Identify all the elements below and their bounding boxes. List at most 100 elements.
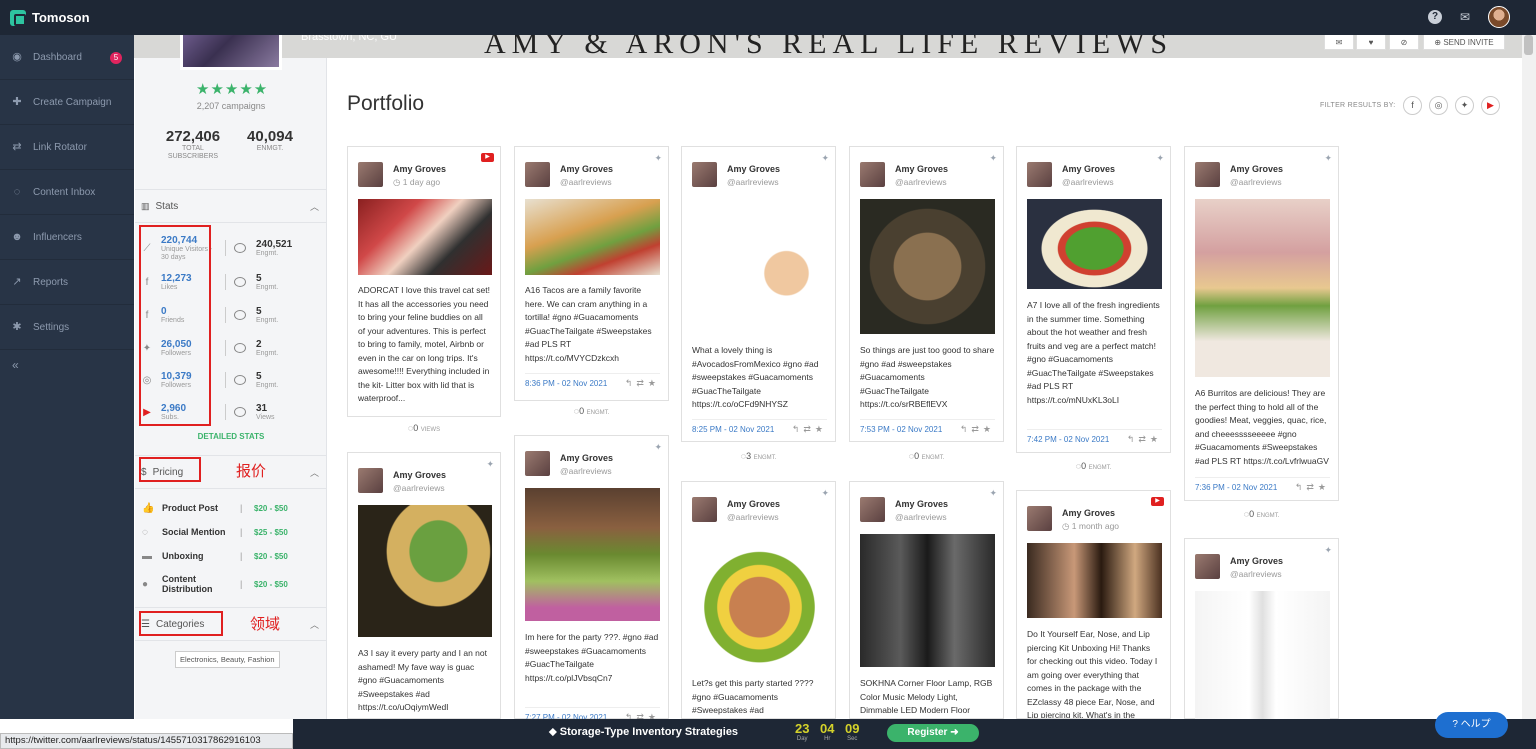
- post-actions[interactable]: ↰⇄★: [1127, 434, 1162, 445]
- user-avatar[interactable]: [1488, 6, 1510, 28]
- youtube-icon: ▶: [481, 153, 494, 162]
- post-timestamp[interactable]: 7:42 PM - 02 Nov 2021: [1027, 435, 1109, 444]
- chevron-up-icon[interactable]: ︿: [310, 618, 319, 631]
- price-separator: |: [240, 503, 243, 513]
- engagement-count: ◌0 ENGMT.: [908, 451, 945, 461]
- price-row: ▬ Unboxing | $20 - $50: [142, 546, 322, 566]
- avatar: [860, 497, 885, 522]
- subscribers-stat: 272,406 TOTAL SUBSCRIBERS: [160, 128, 226, 161]
- post-image[interactable]: [358, 505, 492, 637]
- post-image[interactable]: [860, 199, 995, 334]
- post-actions[interactable]: ↰⇄★: [792, 424, 827, 435]
- collapse-sidebar-button[interactable]: «: [0, 350, 134, 380]
- filter-facebook-button[interactable]: f: [1403, 96, 1422, 115]
- engagement-label: Engmt.: [256, 381, 279, 389]
- stats-title: Stats: [155, 200, 179, 212]
- post-card[interactable]: Amy Groves @aarlreviews ✦ Let?s get this…: [681, 481, 836, 719]
- profile-avatar: [180, 35, 282, 70]
- promo-title[interactable]: ⬥ Storage-Type Inventory Strategies: [549, 726, 738, 739]
- help-icon[interactable]: ?: [1428, 10, 1442, 24]
- location-text: Brasstown, NC, GU: [301, 35, 397, 43]
- post-card[interactable]: Amy Groves @aarlreviews ✦ A3 I say it ev…: [347, 452, 501, 719]
- post-actions[interactable]: ↰⇄★: [625, 378, 660, 389]
- sidebar-item-link-rotator[interactable]: ⇄ Link Rotator: [0, 125, 134, 170]
- post-image[interactable]: [1027, 199, 1162, 289]
- engagement-label: Engmt.: [256, 316, 279, 324]
- twitter-icon: ✦: [1324, 545, 1332, 555]
- sidebar-item-content-inbox[interactable]: ◌ Content Inbox: [0, 170, 134, 215]
- favorite-button[interactable]: ♥: [1356, 35, 1386, 50]
- post-image[interactable]: [1027, 543, 1162, 618]
- dashboard-icon: ◉: [12, 51, 22, 63]
- filter-label: FILTER RESULTS BY:: [1320, 102, 1396, 109]
- sidebar-item-settings[interactable]: ✱ Settings: [0, 305, 134, 350]
- filter-youtube-button[interactable]: ▶: [1481, 96, 1500, 115]
- chevron-up-icon[interactable]: ︿: [310, 466, 319, 479]
- post-timestamp[interactable]: 7:53 PM - 02 Nov 2021: [860, 425, 942, 434]
- brand-logo[interactable]: Tomoson: [10, 9, 90, 26]
- post-text: Let?s get this party started ???? #gno #…: [692, 678, 814, 715]
- scrollbar-thumb[interactable]: [1524, 35, 1533, 55]
- sidebar-item-influencers[interactable]: ☻ Influencers: [0, 215, 134, 260]
- price-name: Social Mention: [162, 527, 226, 537]
- post-card[interactable]: Amy Groves ◷ 1 day ago ▶ ADORCAT I love …: [347, 146, 501, 417]
- post-timestamp[interactable]: 8:36 PM - 02 Nov 2021: [525, 379, 607, 388]
- price-value: $20 - $50: [254, 503, 288, 513]
- register-button[interactable]: Register ➜: [887, 724, 979, 742]
- engagement-label: Views: [256, 413, 275, 421]
- price-row: 👍 Product Post | $20 - $50: [142, 498, 322, 518]
- avatar: [358, 162, 383, 187]
- post-image[interactable]: [860, 534, 995, 667]
- post-card[interactable]: Amy Groves @aarlreviews ✦ A6 Burritos ar…: [1184, 146, 1339, 501]
- highlight-box: [139, 611, 223, 636]
- notification-badge: 5: [110, 52, 122, 64]
- post-card[interactable]: Amy Groves @aarlreviews ✦ What a lovely …: [681, 146, 836, 442]
- post-card[interactable]: Amy Groves ◷ 1 month ago ▶ Do It Yoursel…: [1016, 490, 1171, 719]
- filter-instagram-button[interactable]: ◎: [1429, 96, 1448, 115]
- chevron-up-icon[interactable]: ︿: [310, 200, 319, 213]
- mail-icon[interactable]: ✉: [1458, 10, 1472, 24]
- post-card[interactable]: Amy Groves @aarlreviews ✦ A16 Tacos are …: [514, 146, 669, 401]
- sidebar-item-label: Create Campaign: [33, 96, 112, 108]
- sidebar-item-dashboard[interactable]: ◉ Dashboard 5: [0, 35, 134, 80]
- post-image[interactable]: [1195, 199, 1330, 377]
- filter-twitter-button[interactable]: ✦: [1455, 96, 1474, 115]
- post-image[interactable]: [525, 199, 660, 275]
- post-card[interactable]: Amy Groves @aarlreviews ✦ So things are …: [849, 146, 1004, 442]
- post-image[interactable]: [692, 534, 827, 667]
- post-image[interactable]: [1195, 591, 1330, 719]
- stats-section-header[interactable]: ▥ Stats ︿: [135, 189, 327, 223]
- post-image[interactable]: [692, 199, 827, 334]
- author-name: Amy Groves: [1230, 556, 1284, 566]
- help-button[interactable]: ? ヘルプ: [1435, 712, 1508, 738]
- twitter-icon: ✦: [821, 488, 829, 498]
- author-name: Amy Groves: [560, 453, 614, 463]
- post-timestamp[interactable]: 8:25 PM - 02 Nov 2021: [692, 425, 774, 434]
- post-card[interactable]: Amy Groves @aarlreviews ✦ SOKHNA Corner …: [849, 481, 1004, 719]
- countdown-seconds: 09 Sec: [845, 721, 860, 742]
- post-text: Im here for the party ???. #gno #ad #swe…: [525, 632, 659, 683]
- author-handle: @aarlreviews: [895, 512, 947, 522]
- sidebar-item-label: Dashboard: [33, 51, 82, 63]
- block-button[interactable]: ⊘: [1389, 35, 1419, 50]
- post-timestamp[interactable]: 7:36 PM - 02 Nov 2021: [1195, 483, 1277, 492]
- cover-title: AMY & ARON'S REAL LIFE REVIEWS: [484, 35, 1174, 58]
- post-card[interactable]: Amy Groves @aarlreviews ✦: [1184, 538, 1339, 719]
- page-scrollbar[interactable]: [1522, 35, 1536, 719]
- sidebar-item-create-campaign[interactable]: ✚ Create Campaign: [0, 80, 134, 125]
- post-actions[interactable]: ↰⇄★: [1295, 482, 1330, 493]
- engagement-label: Engmt.: [256, 249, 279, 257]
- post-card[interactable]: Amy Groves @aarlreviews ✦ A7 I love all …: [1016, 146, 1171, 453]
- message-button[interactable]: ✉: [1324, 35, 1354, 50]
- post-image[interactable]: [358, 199, 492, 275]
- post-card[interactable]: Amy Groves @aarlreviews ✦ Im here for th…: [514, 435, 669, 722]
- post-text: A3 I say it every party and I an not ash…: [358, 648, 487, 712]
- sidebar-item-label: Link Rotator: [33, 141, 87, 153]
- post-image[interactable]: [525, 488, 660, 621]
- sidebar-item-reports[interactable]: ↗ Reports: [0, 260, 134, 305]
- detailed-stats-link[interactable]: DETAILED STATS: [135, 432, 327, 441]
- engagement-value: 40,094: [247, 128, 293, 145]
- comment-icon: [234, 375, 246, 385]
- post-actions[interactable]: ↰⇄★: [960, 424, 995, 435]
- send-invite-button[interactable]: ⊕ SEND INVITE: [1423, 35, 1505, 50]
